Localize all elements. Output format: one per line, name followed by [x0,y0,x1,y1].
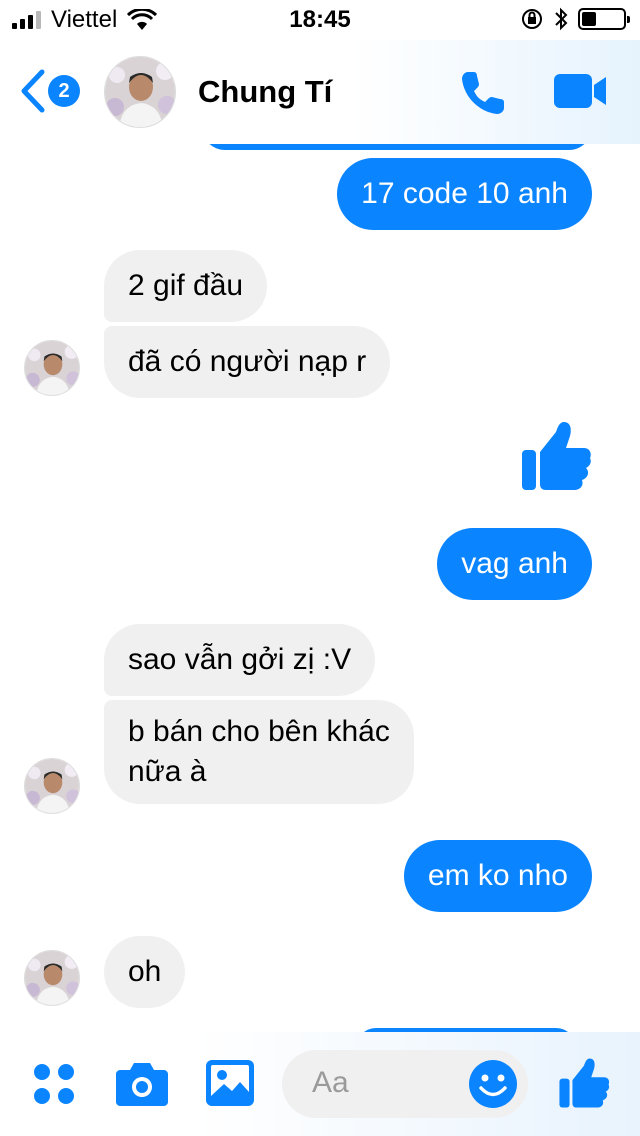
contact-avatar-small [24,340,80,396]
message-bubble-outgoing[interactable]: vag anh [437,528,592,600]
unread-badge: 2 [48,75,80,107]
apps-grid-icon[interactable] [32,1062,76,1106]
camera-icon[interactable] [116,1060,168,1106]
thumbs-up-icon[interactable] [520,420,592,492]
message-bubble-partial [202,144,592,150]
phone-icon[interactable] [458,68,508,118]
message-bubble-incoming[interactable]: 2 gif đầu [104,250,268,322]
message-bubble-outgoing[interactable]: 17 code 10 anh [337,158,592,230]
contact-name[interactable]: Chung Tí [198,74,332,110]
status-bar: Viettel 18:45 [0,0,640,40]
message-bubble-incoming[interactable]: oh [104,936,186,1008]
back-chevron-icon [21,69,45,113]
contact-avatar-small [24,758,80,814]
message-line: b bán cho bên khác [128,715,390,748]
battery-icon [578,8,630,30]
emoji-icon[interactable] [468,1059,518,1109]
bluetooth-icon [555,7,568,31]
thumbs-up-icon[interactable] [558,1056,610,1110]
message-composer: Aa [0,1032,640,1136]
contact-avatar[interactable] [104,56,176,128]
message-bubble-outgoing[interactable]: em ko nho [403,840,592,912]
message-input-placeholder: Aa [312,1066,349,1099]
gallery-icon[interactable] [206,1060,254,1106]
message-bubble-incoming[interactable]: đã có người nạp r [104,326,391,398]
message-bubble-incoming[interactable]: b bán cho bên khác nữa à [104,700,414,804]
video-camera-icon[interactable] [552,72,608,110]
message-list[interactable]: 17 code 10 anh 2 gif đầu đã có người nạp… [0,144,640,1032]
rotation-lock-icon [522,9,542,29]
message-bubble-incoming[interactable]: sao vẫn gởi zị :V [104,624,376,696]
message-input[interactable]: Aa [282,1050,528,1118]
conversation-header: 2 Chung Tí [0,40,640,144]
back-button[interactable]: 2 [18,68,80,114]
message-line: nữa à [128,755,207,788]
contact-avatar-small [24,950,80,1006]
